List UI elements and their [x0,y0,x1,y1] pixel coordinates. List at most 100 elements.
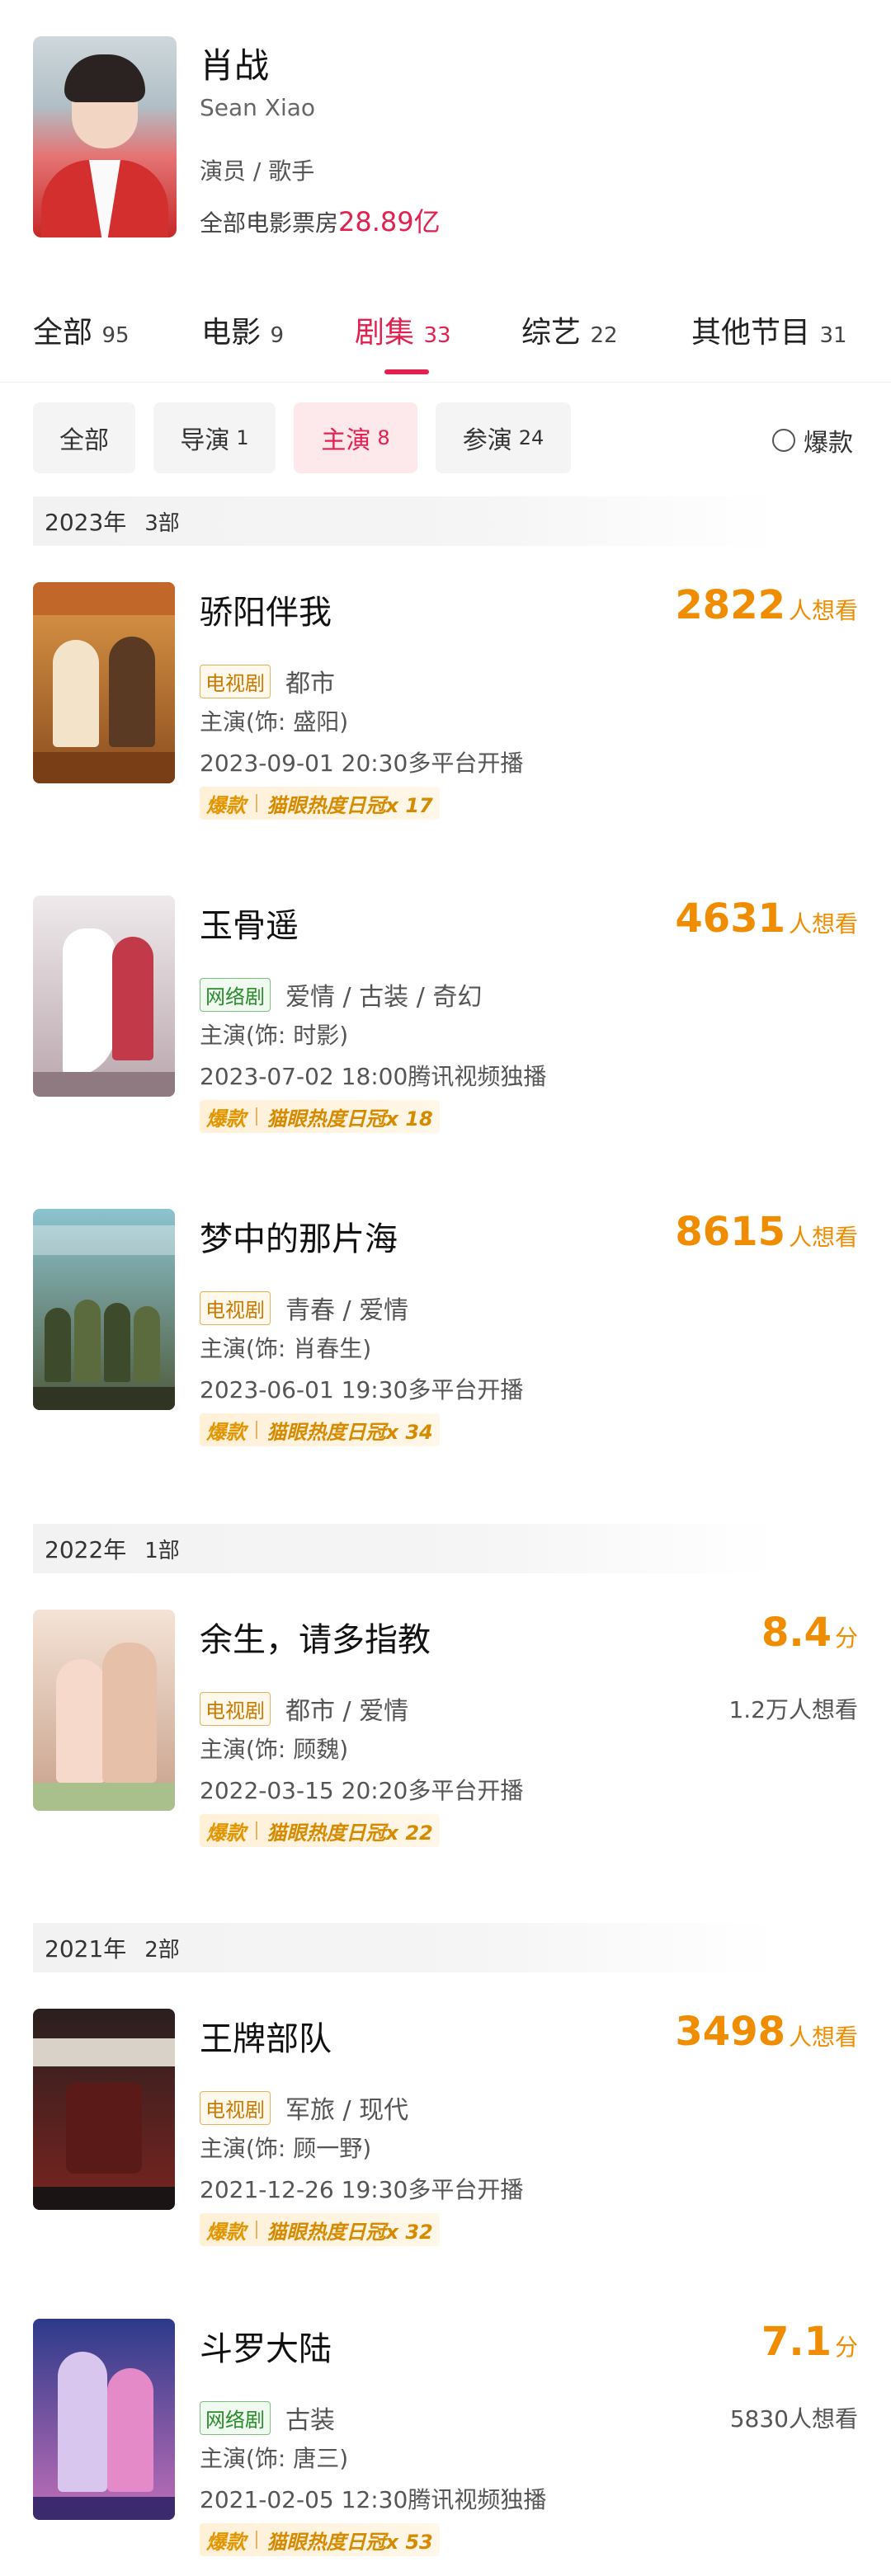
poster-figure [45,1308,71,1382]
show-genres: 青春 / 爱情 [285,1296,409,1325]
heat-badge: 爆款 猫眼热度日冠x 22 [200,1814,440,1847]
hit-toggle-label: 爆款 [804,429,853,458]
heat-divider [256,794,257,812]
person-name: 肖战 [200,45,270,86]
year-label: 2021年 [45,1935,127,1963]
tab-variety[interactable]: 综艺 22 [521,308,618,351]
show-role: 主演(饰: 顾魏) [200,1736,349,1763]
heat-text: 猫眼热度日冠x 32 [266,2220,433,2244]
hit-label: 爆款 [206,2530,246,2554]
show-tags: 网络剧 爱情 / 古装 / 奇幻 [200,976,482,1013]
show-list-item[interactable]: 骄阳伴我 2822 人想看 电视剧 都市 主演(饰: 盛阳) 2023-09-01… [0,582,891,846]
filter-all-button[interactable]: 全部 [33,402,135,473]
show-list-item[interactable]: 梦中的那片海 8615 人想看 电视剧 青春 / 爱情 主演(饰: 肖春生) 20… [0,1209,891,1473]
show-release: 2021-12-26 19:30多平台开播 [200,2176,524,2203]
show-rating: 8.4 分 [761,1610,858,1656]
show-poster[interactable] [33,2009,175,2210]
show-list-item[interactable]: 斗罗大陆 7.1 分 5830人想看 网络剧 古装 主演(饰: 唐三) 2021-… [0,2319,891,2576]
tab-movies[interactable]: 电影 9 [201,308,284,351]
poster-title-band [33,582,175,615]
rating-unit: 人想看 [788,2024,858,2051]
show-title[interactable]: 玉骨遥 [200,899,299,947]
heat-divider [256,1107,257,1126]
filter-lead-button[interactable]: 主演 8 [294,402,417,473]
avatar[interactable] [33,36,177,237]
year-header: 2022年 1部 [33,1524,776,1573]
active-tab-indicator [384,369,429,374]
show-title[interactable]: 王牌部队 [200,2012,332,2060]
show-rating: 4631 人想看 [675,895,858,942]
poster-figure [112,937,153,1060]
tab-label: 全部 [33,316,93,350]
rating-unit: 人想看 [788,597,858,624]
year-label: 2023年 [45,509,127,536]
poster-figure [66,2083,142,2174]
show-list-item[interactable]: 玉骨遥 4631 人想看 网络剧 爱情 / 古装 / 奇幻 主演(饰: 时影) 2… [0,895,891,1159]
tab-count: 95 [101,323,130,348]
want-to-watch-count: 5830人想看 [729,2405,858,2433]
show-title[interactable]: 梦中的那片海 [200,1212,398,1260]
rating-value: 7.1 [761,2319,832,2365]
filter-count: 8 [377,426,390,449]
hit-label: 爆款 [206,2220,246,2244]
show-role: 主演(饰: 肖春生) [200,1335,372,1362]
heat-badge: 爆款 猫眼热度日冠x 34 [200,1413,440,1446]
rating-unit: 分 [834,1624,858,1652]
poster-figure [107,2368,153,2492]
poster-date-band [33,752,175,783]
hit-label: 爆款 [206,1107,246,1131]
show-release: 2021-02-05 12:30腾讯视频独播 [200,2486,547,2513]
category-tabs: 全部 95 电影 9 剧集 33 综艺 22 其他节目 31 [0,297,891,383]
want-to-watch-count: 1.2万人想看 [728,1696,858,1723]
show-title[interactable]: 余生，请多指教 [200,1613,431,1661]
heat-divider [256,1822,257,1840]
show-genres: 古装 [285,2406,335,2435]
poster-title-band [33,2038,175,2066]
filter-supporting-button[interactable]: 参演 24 [436,402,571,473]
heat-badge: 爆款 猫眼热度日冠x 17 [200,787,440,820]
show-poster[interactable] [33,1610,175,1811]
hit-label: 爆款 [206,793,246,817]
tab-count: 33 [423,323,451,348]
heat-divider [256,2221,257,2239]
show-role: 主演(饰: 顾一野) [200,2135,372,2162]
poster-figure [104,1303,130,1382]
heat-badge: 爆款 猫眼热度日冠x 18 [200,1100,440,1133]
heat-badge: 爆款 猫眼热度日冠x 32 [200,2213,440,2246]
show-list-item[interactable]: 王牌部队 3498 人想看 电视剧 军旅 / 现代 主演(饰: 顾一野) 2021… [0,2009,891,2273]
poster-figure [63,928,116,1077]
show-title[interactable]: 斗罗大陆 [200,2322,332,2370]
tab-label: 剧集 [355,316,415,350]
show-list-item[interactable]: 余生，请多指教 8.4 分 1.2万人想看 电视剧 都市 / 爱情 主演(饰: 顾… [0,1610,891,1873]
poster-figure [56,1659,106,1783]
show-type-badge: 网络剧 [200,2400,271,2435]
filter-count: 1 [236,426,249,449]
poster-figure [109,637,155,747]
heat-divider [256,1421,257,1439]
poster-bottom-band [33,1783,175,1811]
show-poster[interactable] [33,895,175,1097]
tab-series[interactable]: 剧集 33 [355,308,451,351]
tab-all[interactable]: 全部 95 [33,308,130,351]
avatar-hair [64,54,145,102]
show-poster[interactable] [33,2319,175,2520]
poster-figure [134,1306,160,1382]
tab-label: 电影 [201,316,262,350]
year-count: 3部 [144,510,180,536]
boxoffice-label: 全部电影票房 [200,209,339,237]
show-tags: 网络剧 古装 [200,2400,335,2436]
show-rating: 3498 人想看 [675,2009,858,2055]
rating-value: 4631 [675,895,785,942]
poster-figure [53,640,99,747]
poster-bottom-band [33,2497,175,2520]
show-tags: 电视剧 都市 / 爱情 [200,1690,408,1727]
show-title[interactable]: 骄阳伴我 [200,585,332,633]
heat-text: 猫眼热度日冠x 17 [266,793,433,817]
hit-label: 爆款 [206,1821,246,1845]
show-poster[interactable] [33,1209,175,1410]
show-poster[interactable] [33,582,175,783]
filter-director-button[interactable]: 导演 1 [153,402,276,473]
radio-icon[interactable] [772,429,795,452]
hit-only-toggle[interactable]: 爆款 [772,422,853,458]
tab-other-programs[interactable]: 其他节目 31 [691,308,847,351]
